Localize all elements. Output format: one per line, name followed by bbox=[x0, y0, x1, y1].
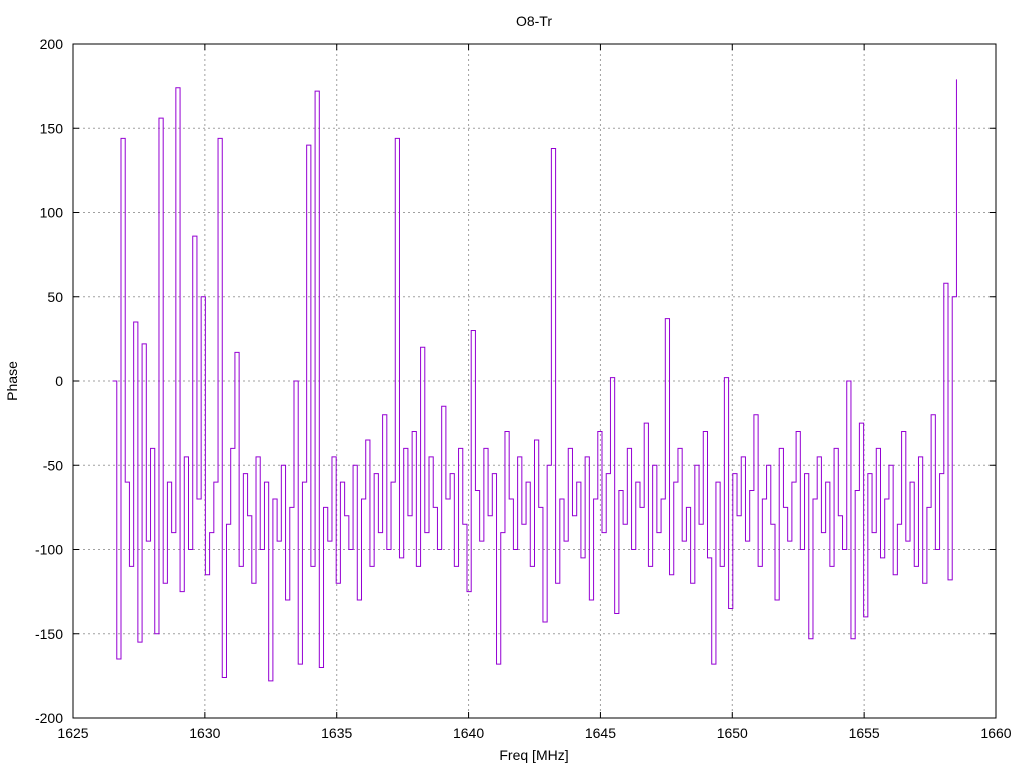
x-axis-label: Freq [MHz] bbox=[499, 747, 568, 763]
x-tick-label: 1655 bbox=[849, 725, 880, 741]
x-tick-label: 1645 bbox=[585, 725, 616, 741]
phase-chart: 1625 1630 1635 1640 1645 1650 1655 1660 -200 -150… bbox=[4, 13, 1012, 763]
x-tick-label: 1660 bbox=[980, 725, 1011, 741]
y-tick-label: 0 bbox=[55, 373, 63, 389]
x-tick-label: 1640 bbox=[453, 725, 484, 741]
ticks: 1625 1630 1635 1640 1645 1650 1655 1660 -200 -150… bbox=[35, 36, 1012, 741]
x-tick-label: 1630 bbox=[189, 725, 220, 741]
y-tick-label: -100 bbox=[35, 542, 63, 558]
grid bbox=[73, 44, 996, 718]
y-tick-label: -150 bbox=[35, 626, 63, 642]
y-tick-label: 50 bbox=[47, 289, 63, 305]
x-tick-label: 1650 bbox=[717, 725, 748, 741]
x-tick-label: 1625 bbox=[57, 725, 88, 741]
y-tick-label: -50 bbox=[43, 457, 63, 473]
y-tick-label: 100 bbox=[40, 205, 64, 221]
y-tick-label: 150 bbox=[40, 120, 64, 136]
y-tick-label: -200 bbox=[35, 710, 63, 726]
x-tick-label: 1635 bbox=[321, 725, 352, 741]
series-layer bbox=[112, 79, 957, 682]
y-axis-label: Phase bbox=[4, 361, 20, 401]
series-line bbox=[112, 79, 957, 682]
chart-title: O8-Tr bbox=[516, 13, 552, 29]
y-tick-label: 200 bbox=[40, 36, 64, 52]
